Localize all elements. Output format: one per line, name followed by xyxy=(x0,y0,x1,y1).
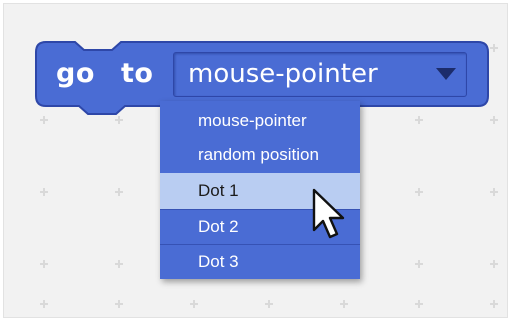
go-label: go xyxy=(56,58,95,89)
to-label: to xyxy=(121,58,154,89)
menu-item-random-position[interactable]: random position xyxy=(160,137,360,173)
dropdown-value: mouse-pointer xyxy=(188,59,378,89)
mouse-cursor-icon xyxy=(312,188,345,239)
chevron-down-icon[interactable] xyxy=(436,68,456,80)
target-dropdown[interactable]: mouse-pointer xyxy=(173,52,467,97)
menu-item-dot-3[interactable]: Dot 3 xyxy=(160,244,360,280)
menu-item-mouse-pointer[interactable]: mouse-pointer xyxy=(160,103,360,139)
